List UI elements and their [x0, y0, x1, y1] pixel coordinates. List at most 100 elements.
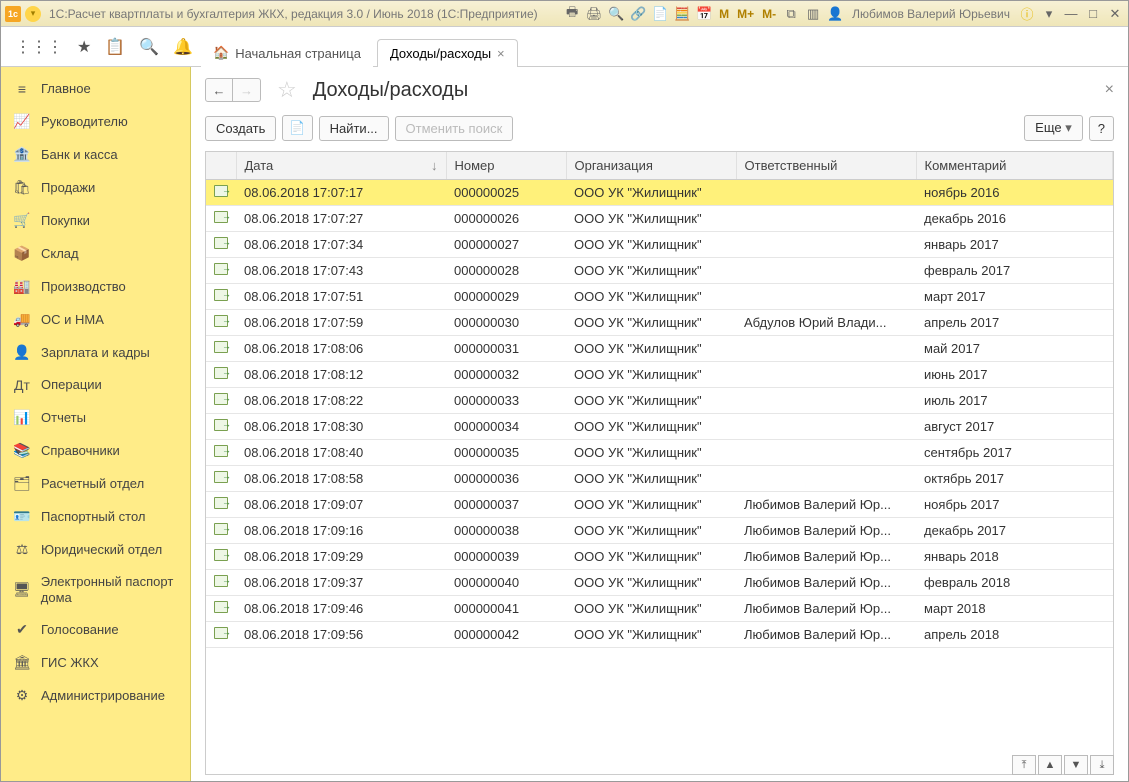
cancel-search-button[interactable]: Отменить поиск	[395, 116, 514, 141]
sidebar-item-13[interactable]: 🪪Паспортный стол	[1, 500, 190, 533]
cell-responsible: Любимов Валерий Юр...	[736, 570, 916, 596]
info-icon[interactable]: ⓘ	[1018, 4, 1036, 23]
col-date[interactable]: Дата↓	[236, 152, 446, 180]
memory-mminus-button[interactable]: M-	[760, 7, 778, 21]
table-row[interactable]: 08.06.2018 17:08:22000000033ООО УК "Жили…	[206, 388, 1113, 414]
table-row[interactable]: 08.06.2018 17:09:29000000039ООО УК "Жили…	[206, 544, 1113, 570]
back-button[interactable]: ←	[205, 78, 233, 102]
close-page-icon[interactable]: ×	[1105, 81, 1114, 99]
table-row[interactable]: 08.06.2018 17:08:30000000034ООО УК "Жили…	[206, 414, 1113, 440]
sidebar-icon: 🚚	[13, 311, 31, 328]
sidebar-item-7[interactable]: 🚚 ОС и НМА	[1, 303, 190, 336]
sidebar-item-label: Справочники	[41, 443, 120, 459]
sidebar-item-15[interactable]: 🖥Электронный паспорт дома	[1, 566, 190, 613]
create-button[interactable]: Создать	[205, 116, 276, 141]
table-row[interactable]: 08.06.2018 17:07:59000000030ООО УК "Жили…	[206, 310, 1113, 336]
more-button[interactable]: Еще	[1024, 115, 1083, 141]
sidebar-item-label: ОС и НМА	[41, 312, 104, 328]
sidebar-item-16[interactable]: ✔Голосование	[1, 613, 190, 646]
table-row[interactable]: 08.06.2018 17:07:43000000028ООО УК "Жили…	[206, 258, 1113, 284]
table-row[interactable]: 08.06.2018 17:09:16000000038ООО УК "Жили…	[206, 518, 1113, 544]
menu-drop-icon[interactable]: ▾	[1040, 6, 1058, 22]
table-row[interactable]: 08.06.2018 17:09:56000000042ООО УК "Жили…	[206, 622, 1113, 648]
row-doc-icon	[206, 414, 236, 440]
apps-icon[interactable]: ⋮⋮⋮	[15, 37, 63, 57]
window-title: 1С:Расчет квартплаты и бухгалтерия ЖКХ, …	[49, 7, 538, 21]
print-icon[interactable]: 🖨	[585, 6, 603, 22]
copy-doc-button[interactable]: 📄	[282, 115, 312, 141]
quick-icons: ⋮⋮⋮ ★ 📋 🔍 🔔	[1, 27, 191, 66]
cell-organization: ООО УК "Жилищник"	[566, 466, 736, 492]
col-responsible[interactable]: Ответственный	[736, 152, 916, 180]
link-icon[interactable]: 🔗	[629, 6, 647, 22]
row-doc-icon	[206, 544, 236, 570]
help-button[interactable]: ?	[1089, 116, 1114, 141]
tab-income-expense[interactable]: Доходы/расходы ×	[377, 39, 518, 67]
table-row[interactable]: 08.06.2018 17:07:34000000027ООО УК "Жили…	[206, 232, 1113, 258]
sidebar-item-4[interactable]: 🛒Покупки	[1, 204, 190, 237]
sidebar-item-10[interactable]: 📊Отчеты	[1, 401, 190, 434]
sidebar-item-label: Продажи	[41, 180, 95, 196]
favorite-star-icon[interactable]: ☆	[277, 77, 297, 103]
sidebar-item-9[interactable]: ДтОперации	[1, 369, 190, 401]
calc-icon[interactable]: 🧮	[673, 6, 691, 22]
maximize-button[interactable]: □	[1084, 6, 1102, 21]
table-row[interactable]: 08.06.2018 17:08:12000000032ООО УК "Жили…	[206, 362, 1113, 388]
sidebar: ≡Главное📈Руководителю🏦Банк и касса🛍Прода…	[1, 67, 191, 781]
grid-first-button[interactable]: ⤒	[1012, 755, 1036, 775]
search-top-icon[interactable]: 🔍	[139, 37, 159, 57]
panel-icon[interactable]: ▥	[804, 6, 822, 22]
cell-organization: ООО УК "Жилищник"	[566, 492, 736, 518]
sidebar-item-1[interactable]: 📈Руководителю	[1, 105, 190, 138]
clipboard-icon[interactable]: 📋	[105, 37, 125, 57]
data-grid[interactable]: Дата↓ Номер Организация Ответственный Ко…	[205, 151, 1114, 775]
sidebar-icon: 🛒	[13, 212, 31, 229]
find-button[interactable]: Найти...	[319, 116, 389, 141]
sidebar-icon: ≡	[13, 81, 31, 97]
sidebar-item-14[interactable]: ⚖Юридический отдел	[1, 533, 190, 566]
table-row[interactable]: 08.06.2018 17:07:27000000026ООО УК "Жили…	[206, 206, 1113, 232]
calendar-icon[interactable]: 📅	[695, 6, 713, 22]
minimize-button[interactable]: —	[1062, 6, 1080, 21]
dropdown-icon[interactable]: ▾	[25, 6, 41, 22]
table-row[interactable]: 08.06.2018 17:09:07000000037ООО УК "Жили…	[206, 492, 1113, 518]
grid-up-button[interactable]: ▲	[1038, 755, 1062, 775]
grid-last-button[interactable]: ⤓	[1090, 755, 1114, 775]
table-row[interactable]: 08.06.2018 17:08:06000000031ООО УК "Жили…	[206, 336, 1113, 362]
tab-home[interactable]: 🏠 Начальная страница	[201, 39, 373, 67]
sidebar-item-label: Производство	[41, 279, 126, 295]
close-window-button[interactable]: ✕	[1106, 6, 1124, 22]
table-row[interactable]: 08.06.2018 17:08:40000000035ООО УК "Жили…	[206, 440, 1113, 466]
favorite-icon[interactable]: ★	[77, 37, 91, 57]
grid-down-button[interactable]: ▼	[1064, 755, 1088, 775]
cell-responsible: Любимов Валерий Юр...	[736, 622, 916, 648]
sidebar-item-17[interactable]: 🏛ГИС ЖКХ	[1, 646, 190, 679]
sidebar-item-8[interactable]: 👤Зарплата и кадры	[1, 336, 190, 369]
sidebar-item-2[interactable]: 🏦Банк и касса	[1, 138, 190, 171]
sidebar-item-11[interactable]: 📚Справочники	[1, 434, 190, 467]
table-row[interactable]: 08.06.2018 17:09:37000000040ООО УК "Жили…	[206, 570, 1113, 596]
sidebar-item-18[interactable]: ⚙Администрирование	[1, 679, 190, 712]
table-row[interactable]: 08.06.2018 17:08:58000000036ООО УК "Жили…	[206, 466, 1113, 492]
table-row[interactable]: 08.06.2018 17:09:46000000041ООО УК "Жили…	[206, 596, 1113, 622]
tab-close-icon[interactable]: ×	[497, 46, 505, 61]
windows-icon[interactable]: ⧉	[782, 6, 800, 22]
memory-mplus-button[interactable]: M+	[735, 7, 756, 21]
sidebar-item-5[interactable]: 📦Склад	[1, 237, 190, 270]
table-row[interactable]: 08.06.2018 17:07:51000000029ООО УК "Жили…	[206, 284, 1113, 310]
col-organization[interactable]: Организация	[566, 152, 736, 180]
sidebar-item-3[interactable]: 🛍Продажи	[1, 171, 190, 204]
col-number[interactable]: Номер	[446, 152, 566, 180]
memory-m-button[interactable]: M	[717, 7, 731, 21]
sidebar-item-12[interactable]: 🗂Расчетный отдел	[1, 467, 190, 500]
sidebar-item-6[interactable]: 🏭Производство	[1, 270, 190, 303]
search-icon[interactable]: 🔍	[607, 6, 625, 22]
col-comment[interactable]: Комментарий	[916, 152, 1113, 180]
sidebar-item-0[interactable]: ≡Главное	[1, 73, 190, 105]
cell-organization: ООО УК "Жилищник"	[566, 336, 736, 362]
print-preview-icon[interactable]: 🖶	[563, 3, 581, 25]
col-icon[interactable]	[206, 152, 236, 180]
table-row[interactable]: 08.06.2018 17:07:17000000025ООО УК "Жили…	[206, 180, 1113, 206]
doc-icon[interactable]: 📄	[651, 6, 669, 22]
forward-button[interactable]: →	[233, 78, 261, 102]
